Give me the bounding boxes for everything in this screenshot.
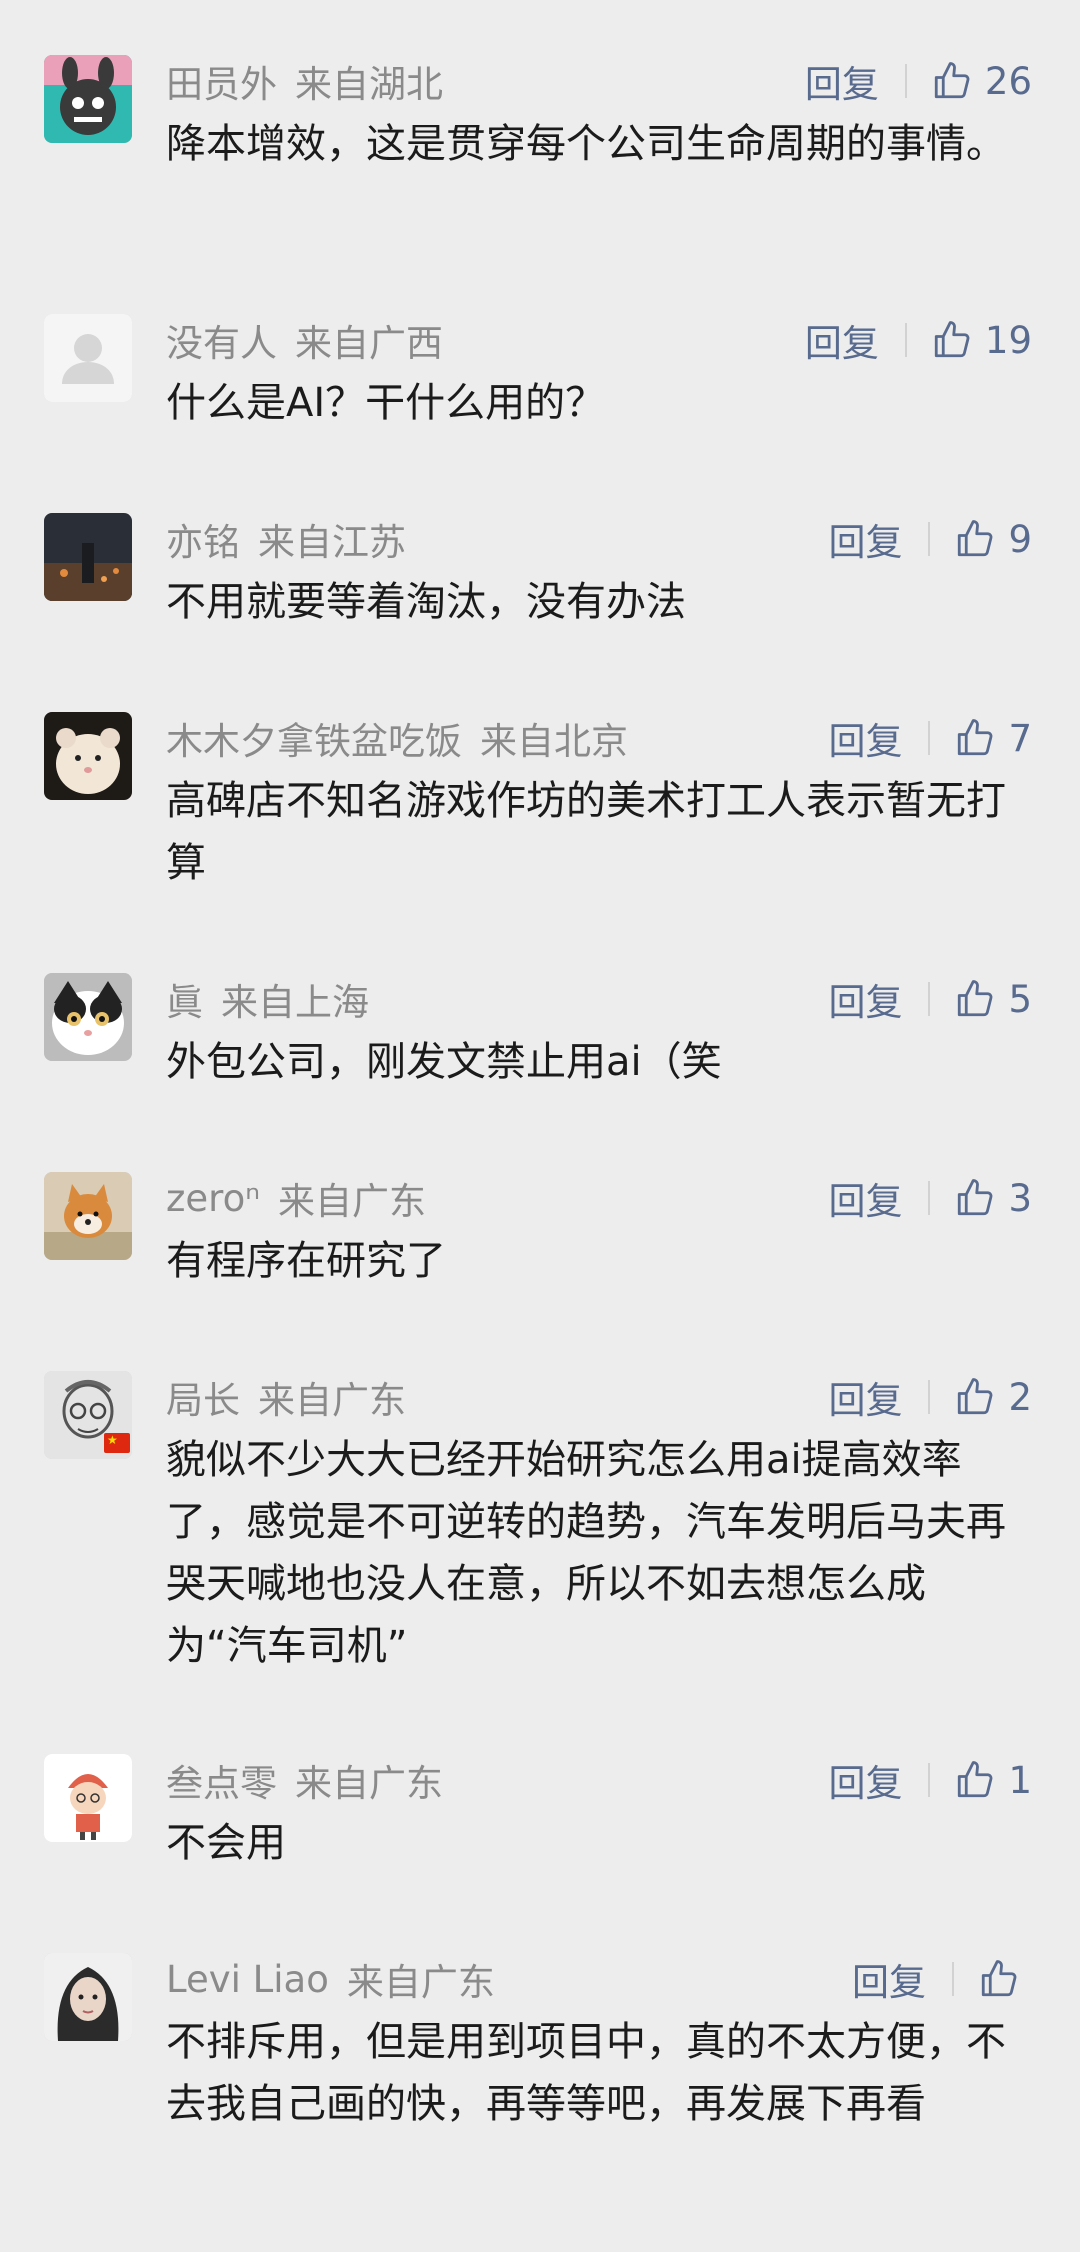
user-location: 来自广东	[346, 1961, 495, 2004]
thumbs-up-icon[interactable]	[954, 1376, 996, 1418]
reply-button[interactable]: 回复	[828, 512, 902, 566]
user-name[interactable]: 叁点零	[166, 1753, 277, 1807]
reply-button[interactable]: 回复	[805, 313, 879, 367]
divider	[928, 1763, 931, 1797]
china-flag-icon: ★	[104, 1433, 130, 1453]
night-city-avatar-icon[interactable]	[44, 513, 132, 601]
like-count: 19	[984, 318, 1032, 362]
thumbs-up-icon[interactable]	[954, 1759, 996, 1801]
user-name[interactable]: 眞	[166, 972, 203, 1026]
user-name[interactable]: 没有人	[166, 313, 277, 367]
default-person-avatar-icon[interactable]	[44, 314, 132, 402]
like-count: 9	[1008, 517, 1032, 561]
like-count: 7	[1008, 716, 1032, 760]
like-count: 1	[1008, 1758, 1032, 1802]
reply-button[interactable]: 回复	[828, 1370, 902, 1424]
comment-text: 高碑店不知名游戏作坊的美术打工人表示暂无打算	[166, 778, 1006, 886]
comment-text: 貌似不少大大已经开始研究怎么用ai提高效率了，感觉是不可逆转的趋势，汽车发明后马…	[166, 1437, 1006, 1669]
thumbs-up-icon[interactable]	[954, 978, 996, 1020]
user-name[interactable]: 木木夕拿铁盆吃饭	[166, 711, 462, 765]
divider	[928, 721, 931, 755]
shiba-dog-avatar-icon[interactable]	[44, 1172, 132, 1260]
user-location: 来自广东	[295, 1762, 443, 1805]
like-count: 5	[1008, 977, 1032, 1021]
divider	[952, 1962, 954, 1996]
comment-text: 降本增效，这是贯穿每个公司生命周期的事情。	[166, 121, 1006, 167]
comment-text: 什么是AI？干什么用的？	[166, 380, 606, 426]
user-location: 来自江苏	[258, 521, 406, 564]
comment-text: 不用就要等着淘汰，没有办法	[166, 579, 686, 625]
cat-avatar-icon[interactable]	[44, 973, 132, 1061]
divider	[904, 64, 907, 98]
like-count: 3	[1008, 1176, 1032, 1220]
user-location: 来自广东	[277, 1180, 426, 1223]
divider	[928, 1181, 931, 1215]
girl-portrait-avatar-icon[interactable]	[44, 1953, 132, 2041]
comment-text: 外包公司，刚发文禁止用ai（笑	[166, 1039, 722, 1085]
user-name[interactable]: 局长	[166, 1370, 240, 1424]
user-location: 来自北京	[480, 720, 628, 763]
like-count: 26	[984, 59, 1032, 103]
thumbs-up-icon[interactable]	[931, 319, 973, 361]
divider	[904, 323, 907, 357]
hamster-avatar-icon[interactable]	[44, 712, 132, 800]
thumbs-up-icon[interactable]	[954, 717, 996, 759]
comment-text: 不排斥用，但是用到项目中，真的不太方便，不去我自己画的快，再等等吧，再发展下再看	[166, 2019, 1006, 2127]
divider	[928, 982, 931, 1016]
comment-text: 有程序在研究了	[166, 1238, 446, 1284]
divider	[928, 522, 931, 556]
user-name[interactable]: zeroⁿ	[166, 1177, 260, 1220]
reply-button[interactable]: 回复	[828, 972, 902, 1026]
like-count: 2	[1008, 1375, 1032, 1419]
user-location: 来自广东	[258, 1379, 406, 1422]
cartoon-rabbit-avatar-icon[interactable]	[44, 55, 132, 143]
cartoon-boy-avatar-icon[interactable]	[44, 1754, 132, 1842]
user-name[interactable]: 亦铭	[166, 512, 240, 566]
reply-button[interactable]: 回复	[828, 711, 902, 765]
thumbs-up-icon[interactable]	[954, 1177, 996, 1219]
user-location: 来自上海	[221, 981, 369, 1024]
comment-text: 不会用	[166, 1820, 286, 1866]
divider	[928, 1380, 931, 1414]
user-location: 来自广西	[295, 322, 443, 365]
reply-button[interactable]: 回复	[828, 1753, 902, 1807]
user-name[interactable]: 田员外	[166, 54, 277, 108]
user-location: 来自湖北	[295, 63, 443, 106]
thumbs-up-icon[interactable]	[954, 518, 996, 560]
thumbs-up-icon[interactable]	[931, 60, 973, 102]
reply-button[interactable]: 回复	[828, 1171, 902, 1225]
reply-button[interactable]: 回复	[852, 1952, 926, 2006]
reply-button[interactable]: 回复	[805, 54, 879, 108]
thumbs-up-icon[interactable]	[978, 1958, 1020, 2000]
user-name[interactable]: Levi Liao	[166, 1958, 329, 2001]
